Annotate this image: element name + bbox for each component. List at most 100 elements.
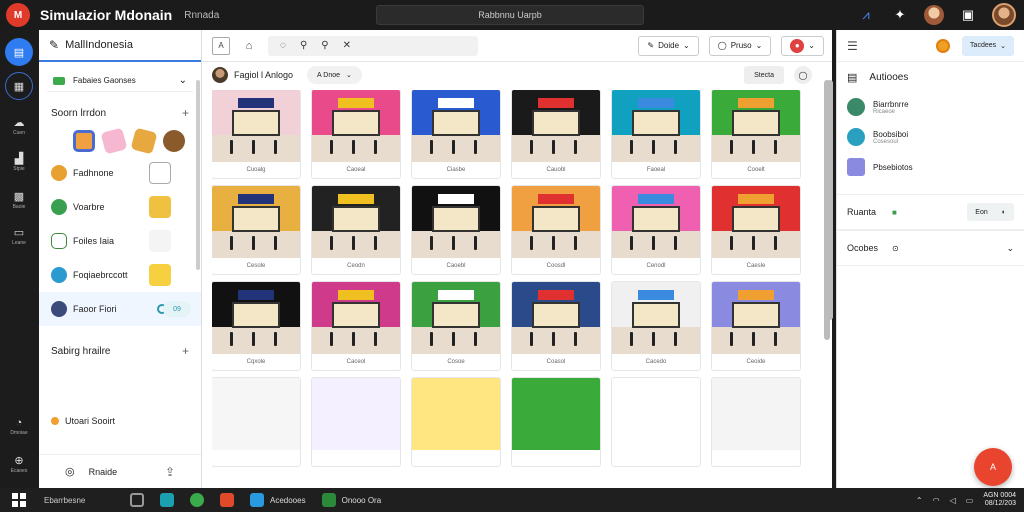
rail-home-button[interactable]: ▤ [5,38,33,66]
image-tile[interactable] [412,378,500,466]
footer-label[interactable]: Rnaide [89,467,118,477]
image-tile[interactable]: Cacedo [612,282,700,370]
rail-cloud-button[interactable]: ☁ Cuen [5,112,33,140]
box-icon[interactable] [100,127,128,155]
home-icon[interactable]: ⌂ [240,37,258,55]
clock[interactable]: AGN 0004 08/12/203 [983,492,1016,508]
left-panel-scrollbar[interactable] [196,80,200,270]
search-icon[interactable]: ⚲ [321,40,328,51]
taskbar-app-red[interactable] [220,493,234,507]
taskbar-app-blue[interactable] [250,493,264,507]
taskbar-search[interactable]: Ebarrbesne [44,496,114,505]
share-icon[interactable]: ⇪ [165,465,175,479]
list-item[interactable]: Fadhnone [39,156,201,190]
menu-icon[interactable]: ☰ [847,39,858,53]
user-avatar-small[interactable] [924,5,944,25]
chevron-down-icon: ⌄ [1006,242,1014,253]
image-tile[interactable] [612,378,700,466]
rail-add-button[interactable]: ⊕ Ecaoes [5,450,33,478]
cart-icon: ▩ [13,191,25,203]
chat-icon[interactable]: ◌ [280,40,286,51]
list-item[interactable]: Boobsiboi Cosesoul [837,122,1024,152]
close-icon[interactable]: ✕ [343,40,351,51]
tile-caption: Cauobl [546,167,566,173]
image-tile[interactable]: Cooelt [712,90,800,178]
camera-icon[interactable]: ◎ [65,465,75,478]
image-tile[interactable]: Cenodl [612,186,700,274]
right-dropdown[interactable]: Tacdees ⌄ [962,35,1014,56]
food-jar-icon[interactable] [73,130,95,152]
list-item[interactable]: Voarbre [39,190,201,224]
image-tile[interactable]: Ceodn [312,186,400,274]
right-scrollbar[interactable] [827,80,833,320]
app-subtitle: Rnnada [184,9,220,21]
image-tile[interactable]: Cuoalg [212,90,300,178]
cookie-icon[interactable] [163,130,185,152]
rail-cart-button[interactable]: ▩ Baoie [5,186,33,214]
taskbar-app-window[interactable] [130,493,144,507]
crop-icon[interactable]: A [212,36,230,55]
setting-card[interactable]: Ocobes ⊙ ⌄ [837,230,1024,266]
tile-caption: Ceodn [347,263,365,269]
image-tile[interactable]: Ciasbe [412,90,500,178]
list-item-selected[interactable]: Faoor Fiori 09 [39,292,201,326]
list-item[interactable]: Utoari Sooirt [39,404,201,438]
image-tile[interactable]: Cqxole [212,282,300,370]
search-icon[interactable]: ⚲ [300,40,307,51]
image-tile[interactable]: Coasol [512,282,600,370]
image-tile[interactable]: Cesole [212,186,300,274]
refresh-icon[interactable]: ◯ [794,66,812,84]
app-title: Simulazior Mdonain [40,7,173,23]
done-button[interactable]: ✎ Doide ⌄ [638,35,699,56]
start-icon[interactable] [12,493,26,507]
list-item[interactable]: Foqiaebrccott [39,258,201,292]
rail-timer-button[interactable]: ◔ Dmoiae [5,412,33,440]
taskbar-app-browser[interactable] [190,493,204,507]
image-tile[interactable] [212,378,300,466]
rail-shop-button[interactable]: ▦ [5,72,33,100]
battery-icon[interactable]: ▭ [966,496,974,505]
title-search-box[interactable]: Rabbnnu Uarpb [376,5,644,25]
main-search-bar[interactable]: ◌ ⚲ ⚲ ✕ [268,35,478,56]
notifications-icon[interactable]: ✦ [890,5,910,25]
network-icon[interactable]: ⩘ [856,5,876,25]
settings-icon[interactable]: ▣ [958,5,978,25]
app-logo: M [6,3,30,27]
coin-icon[interactable] [936,38,951,53]
volume-icon[interactable]: ◁ [950,496,956,505]
floating-action-button[interactable]: A [974,448,1012,486]
add-icon[interactable]: + [182,344,189,358]
list-item[interactable]: Biarrbnrre Ricaeoe [837,92,1024,122]
crate-icon[interactable] [130,127,158,155]
image-tile[interactable]: Caoebl [412,186,500,274]
pruso-button[interactable]: ◯ Pruso ⌄ [708,35,772,56]
category-select[interactable]: Fabaies Gaonses ⌄ [47,70,193,92]
image-tile[interactable]: Cosoe [412,282,500,370]
setting-chip[interactable]: Eon ◐ [967,203,1014,221]
section-title-actions: ▤ Autiooes [847,71,909,84]
taskbar-app-store[interactable] [160,493,174,507]
taskbar-app-green[interactable] [321,493,336,507]
list-item[interactable]: Foiles Iaia [39,224,201,258]
chevron-up-icon[interactable]: ⌃ [916,496,923,505]
image-tile[interactable]: Faoeal [612,90,700,178]
image-tile[interactable] [312,378,400,466]
filter-dropdown[interactable]: A Dnoe ⌄ [307,66,362,84]
image-tile[interactable] [712,378,800,466]
record-button[interactable]: ● ⌄ [781,35,824,56]
image-tile[interactable]: Caoeal [312,90,400,178]
image-tile[interactable]: Caesle [712,186,800,274]
user-avatar[interactable] [992,3,1016,27]
add-icon[interactable]: + [182,106,189,120]
rail-screen-button[interactable]: ▭ Leane [5,222,33,250]
image-tile[interactable]: Caceol [312,282,400,370]
image-tile[interactable]: Coosdl [512,186,600,274]
rail-store-button[interactable]: ▟ Stpie [5,148,33,176]
wifi-icon[interactable]: ◠ [933,496,940,505]
sort-button[interactable]: Stecta [744,66,784,84]
image-tile[interactable]: Ceoide [712,282,800,370]
chevron-down-icon: ⌄ [178,75,187,86]
image-tile[interactable]: Cauobl [512,90,600,178]
list-item[interactable]: Pbsebiotos [837,152,1024,182]
image-tile[interactable] [512,378,600,466]
